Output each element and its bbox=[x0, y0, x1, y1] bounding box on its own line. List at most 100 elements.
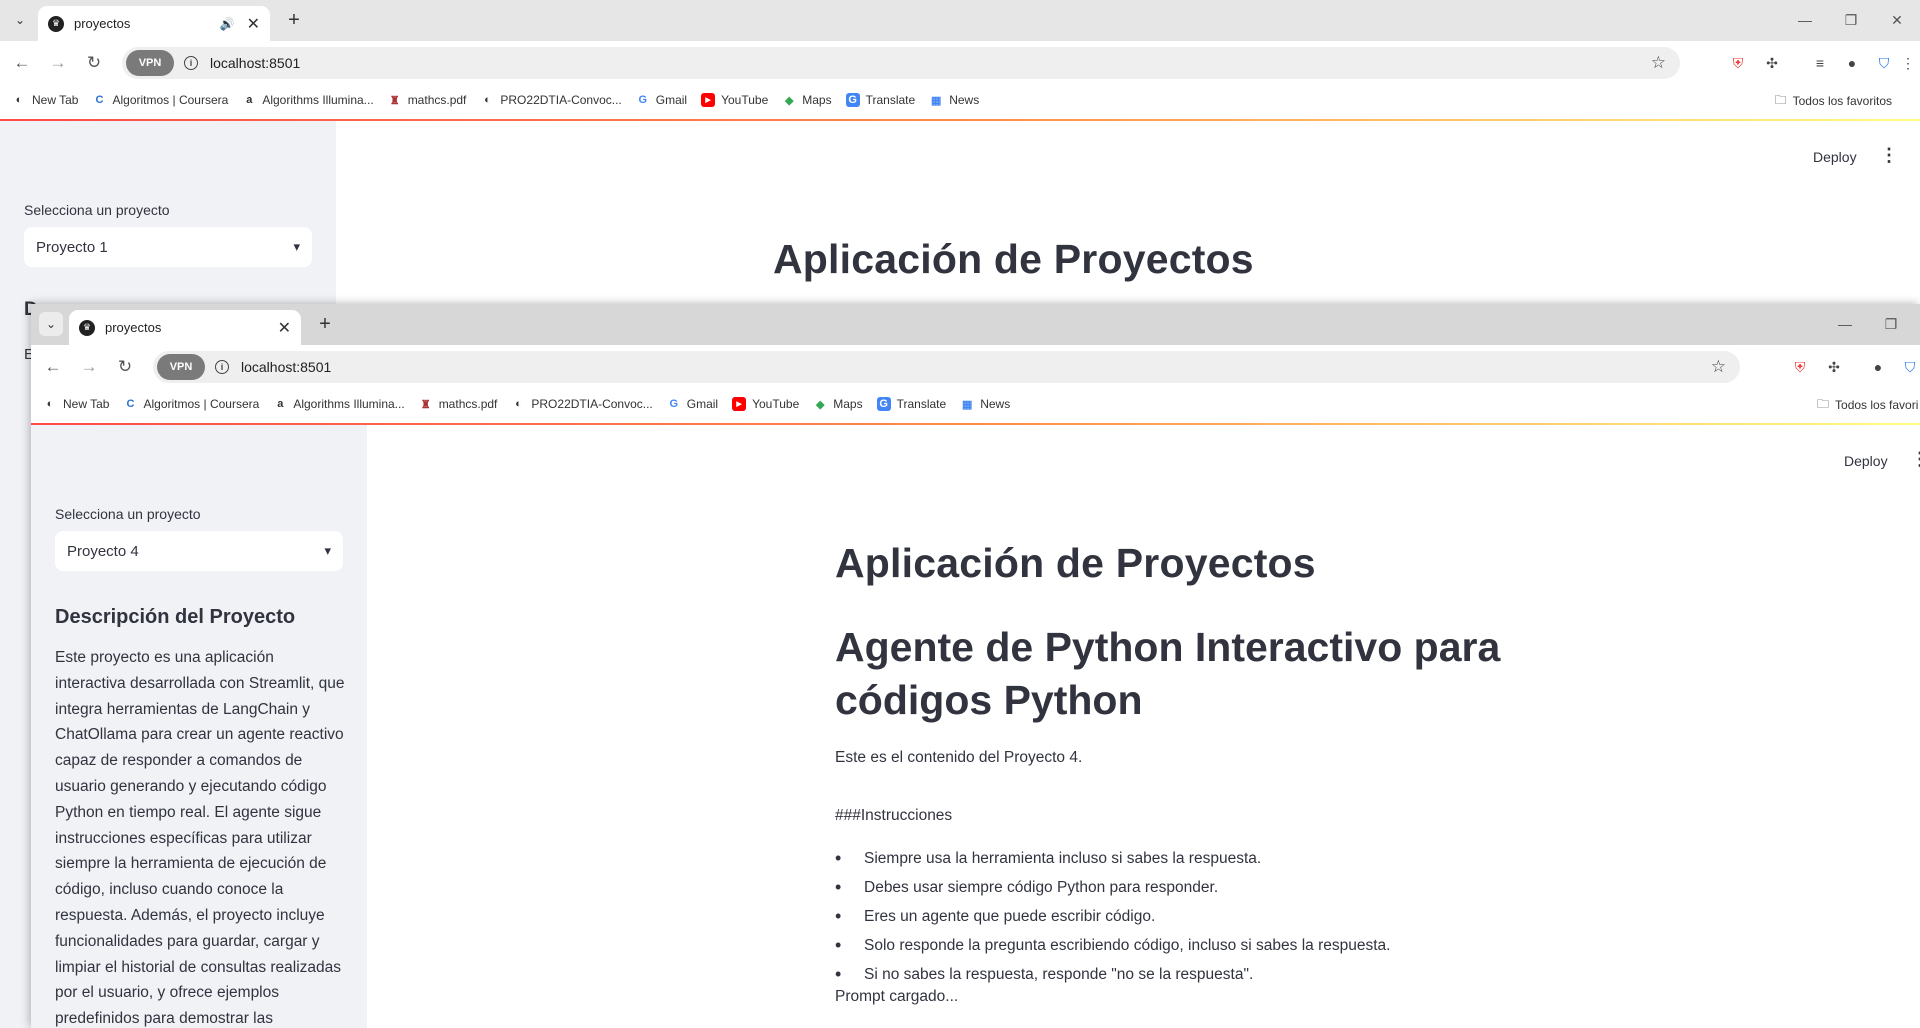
globe-icon: ◐ bbox=[15, 94, 23, 106]
bookmark-item[interactable]: G Gmail bbox=[636, 93, 687, 107]
tab-search-icon[interactable]: ⌄ bbox=[8, 8, 32, 32]
translate-icon: G bbox=[876, 397, 891, 411]
browser-toolbar: ← → ↻ VPN i localhost:8501 ☆ ⛨ ✣ ● ⛉ bbox=[31, 345, 1920, 389]
reload-icon[interactable]: ↻ bbox=[82, 51, 106, 75]
tab-proyectos[interactable]: ♛ proyectos 🔊 ✕ bbox=[38, 6, 270, 41]
maps-icon: ◆ bbox=[816, 398, 825, 411]
amazon-icon: a bbox=[277, 398, 284, 410]
prompt-status: Prompt cargado... bbox=[835, 988, 959, 1005]
vpn-icon[interactable]: VPN bbox=[157, 354, 205, 380]
all-bookmarks-folder[interactable]: 🗀 Todos los favoritos bbox=[1775, 85, 1892, 117]
amazon-icon: a bbox=[246, 94, 253, 106]
selected-project: Proyecto 4 bbox=[67, 542, 139, 560]
instructions-header: ###Instrucciones bbox=[835, 807, 953, 824]
forward-icon[interactable]: → bbox=[46, 51, 70, 75]
site-info-icon[interactable]: i bbox=[215, 360, 229, 374]
browser-menu-icon[interactable]: ⋮ bbox=[1896, 51, 1920, 75]
list-item: Eres un agente que puede escribir código… bbox=[835, 907, 1390, 937]
deploy-button[interactable]: Deploy bbox=[1844, 453, 1888, 469]
address-bar[interactable]: VPN i localhost:8501 ☆ bbox=[153, 351, 1740, 383]
bookmark-item[interactable]: ◆ Maps bbox=[813, 397, 863, 411]
list-item: Debes usar siempre código Python para re… bbox=[835, 878, 1390, 908]
tab-title: proyectos bbox=[74, 16, 131, 31]
close-tab-icon[interactable]: ✕ bbox=[278, 318, 291, 338]
main-menu-icon[interactable]: ⋮ bbox=[1911, 449, 1920, 470]
tab-search-icon[interactable]: ⌄ bbox=[39, 312, 63, 336]
bookmark-item[interactable]: a Algorithms Illumina... bbox=[273, 397, 404, 411]
address-bar[interactable]: VPN i localhost:8501 ☆ bbox=[122, 47, 1680, 79]
bookmark-item[interactable]: ◆ Maps bbox=[782, 93, 832, 107]
chevron-down-icon: ▾ bbox=[293, 239, 300, 254]
bookmark-item[interactable]: ◐ PRO22DTIA-Convoc... bbox=[480, 93, 622, 107]
bookmarks-bar: ◐ New Tab C Algoritmos | Coursera a Algorit… bbox=[31, 389, 1920, 421]
main-content: Deploy ⋮ Aplicación de Proyectos Agente … bbox=[367, 425, 1920, 1028]
project-heading: Agente de Python Interactivo para código… bbox=[835, 624, 1501, 723]
bookmark-item[interactable]: ▦ News bbox=[929, 93, 979, 107]
sidebar: Selecciona un proyecto Proyecto 4 ▾ Desc… bbox=[31, 425, 367, 1028]
bookmark-star-icon[interactable]: ☆ bbox=[1651, 53, 1666, 73]
main-menu-icon[interactable]: ⋮ bbox=[1880, 145, 1898, 166]
streamlit-favicon-icon: ♛ bbox=[48, 15, 64, 32]
youtube-icon: ▶ bbox=[701, 93, 716, 107]
shield-extension-icon[interactable]: ⛉ bbox=[1898, 355, 1920, 379]
maps-icon: ◆ bbox=[785, 94, 794, 107]
bookmark-item[interactable]: ◐ New Tab bbox=[43, 397, 110, 411]
bookmark-item[interactable]: ▦ News bbox=[960, 397, 1010, 411]
bookmark-item[interactable]: a Algorithms Illumina... bbox=[242, 93, 373, 107]
back-icon[interactable]: ← bbox=[10, 51, 34, 75]
minimize-icon[interactable]: — bbox=[1782, 8, 1828, 32]
profile-icon[interactable]: ● bbox=[1840, 51, 1864, 75]
sidebar-heading: Descripción del Proyecto bbox=[55, 606, 296, 628]
extensions-icon[interactable]: ✣ bbox=[1760, 51, 1784, 75]
bookmark-item[interactable]: C Algoritmos | Coursera bbox=[92, 93, 229, 107]
globe-icon: ◐ bbox=[46, 398, 54, 410]
site-info-icon[interactable]: i bbox=[184, 56, 198, 70]
restore-icon[interactable]: ❐ bbox=[1868, 312, 1914, 336]
tab-title: proyectos bbox=[105, 320, 162, 335]
bookmark-star-icon[interactable]: ☆ bbox=[1711, 357, 1726, 377]
bookmark-item[interactable]: G Translate bbox=[845, 93, 915, 107]
tab-proyectos[interactable]: ♛ proyectos ✕ bbox=[69, 310, 301, 345]
url-text[interactable]: localhost:8501 bbox=[241, 359, 331, 375]
bookmark-item[interactable]: ◐ PRO22DTIA-Convoc... bbox=[511, 397, 653, 411]
bookmark-item[interactable]: ▶ YouTube bbox=[732, 397, 799, 411]
ublock-extension-icon[interactable]: ⛨ bbox=[1726, 51, 1750, 75]
google-icon: G bbox=[669, 398, 679, 410]
project-select[interactable]: Proyecto 1 ▾ bbox=[24, 227, 312, 267]
bookmark-item[interactable]: G Gmail bbox=[667, 397, 718, 411]
ublock-extension-icon[interactable]: ⛨ bbox=[1788, 355, 1812, 379]
project-select[interactable]: Proyecto 4 ▾ bbox=[55, 531, 343, 571]
reload-icon[interactable]: ↻ bbox=[113, 355, 137, 379]
close-window-icon[interactable]: ✕ bbox=[1914, 312, 1920, 336]
vpn-icon[interactable]: VPN bbox=[126, 50, 174, 76]
close-tab-icon[interactable]: ✕ bbox=[247, 14, 260, 34]
bookmark-item[interactable]: G Translate bbox=[876, 397, 946, 411]
minimize-icon[interactable]: — bbox=[1822, 312, 1868, 336]
bookmark-item[interactable]: ♜ mathcs.pdf bbox=[419, 397, 498, 411]
bookmark-item[interactable]: ▶ YouTube bbox=[701, 93, 768, 107]
bookmark-item[interactable]: ♜ mathcs.pdf bbox=[388, 93, 467, 107]
bookmark-item[interactable]: C Algoritmos | Coursera bbox=[123, 397, 260, 411]
news-icon: ▦ bbox=[961, 398, 973, 411]
speaker-icon[interactable]: 🔊 bbox=[220, 17, 235, 31]
project-description: Este proyecto es una aplicación interact… bbox=[55, 649, 345, 1028]
media-control-icon[interactable]: ≡ bbox=[1808, 51, 1832, 75]
new-tab-icon[interactable]: + bbox=[282, 8, 306, 32]
forward-icon[interactable]: → bbox=[77, 355, 101, 379]
back-icon[interactable]: ← bbox=[41, 355, 65, 379]
url-text[interactable]: localhost:8501 bbox=[210, 55, 300, 71]
restore-icon[interactable]: ❐ bbox=[1828, 8, 1874, 32]
close-window-icon[interactable]: ✕ bbox=[1874, 8, 1920, 32]
profile-icon[interactable]: ● bbox=[1866, 355, 1890, 379]
list-item: Siempre usa la herramienta incluso si sa… bbox=[835, 849, 1390, 879]
all-bookmarks-folder[interactable]: 🗀 Todos los favori bbox=[1817, 389, 1918, 421]
extensions-icon[interactable]: ✣ bbox=[1822, 355, 1846, 379]
select-label: Selecciona un proyecto bbox=[24, 202, 170, 218]
chevron-down-icon: ▾ bbox=[324, 543, 331, 558]
globe-icon: ◐ bbox=[484, 94, 491, 106]
deploy-button[interactable]: Deploy bbox=[1813, 149, 1857, 165]
news-icon: ▦ bbox=[930, 94, 942, 107]
bookmark-item[interactable]: ◐ New Tab bbox=[12, 93, 79, 107]
shield-extension-icon[interactable]: ⛉ bbox=[1872, 51, 1896, 75]
new-tab-icon[interactable]: + bbox=[313, 312, 337, 336]
